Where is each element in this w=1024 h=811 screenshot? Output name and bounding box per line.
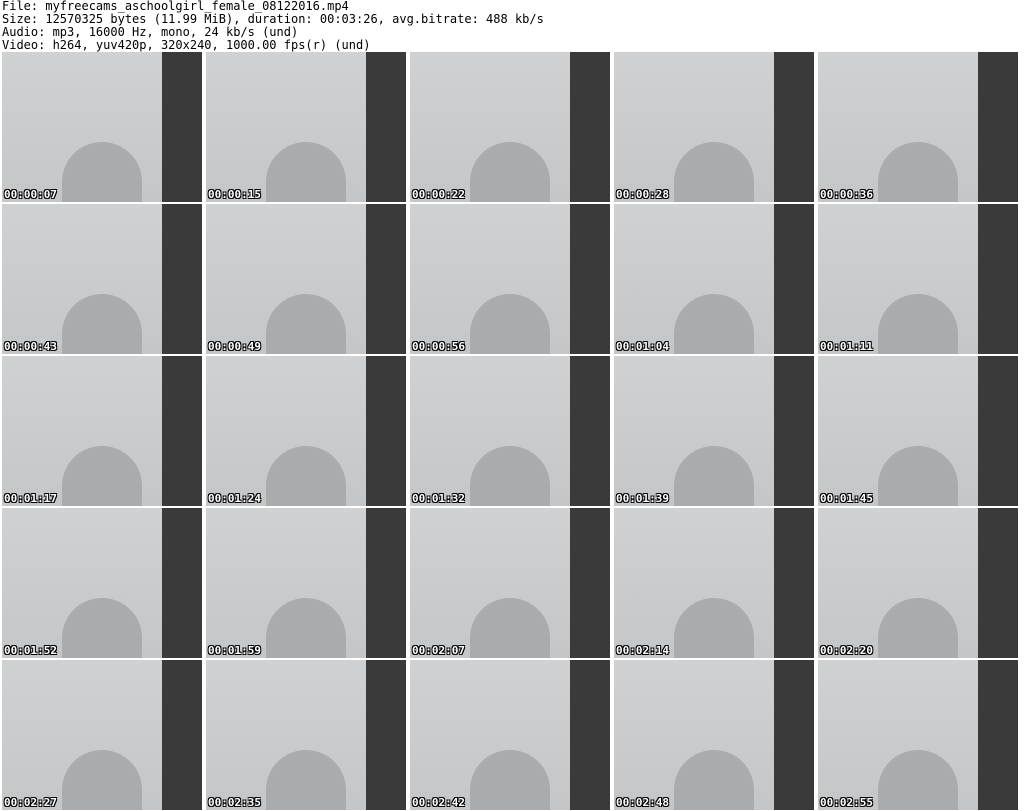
thumbnail-background-shape [366,508,406,658]
thumbnail-grid: 00:00:07 00:00:15 00:00:22 00:00:28 00:00:36… [2,52,1022,810]
thumbnail-timestamp: 00:02:14 [616,644,669,657]
thumbnail-background-shape [162,52,202,202]
video-thumbnail: 00:01:24 [206,356,406,506]
video-thumbnail: 00:01:39 [614,356,814,506]
thumbnail-background-shape [978,660,1018,810]
video-thumbnail: 00:02:07 [410,508,610,658]
thumbnail-timestamp: 00:00:49 [208,340,261,353]
video-thumbnail: 00:00:43 [2,204,202,354]
video-thumbnail: 00:02:14 [614,508,814,658]
video-thumbnail: 00:01:52 [2,508,202,658]
thumbnail-background-shape [162,508,202,658]
thumbnail-timestamp: 00:00:36 [820,188,873,201]
video-thumbnail: 00:02:42 [410,660,610,810]
thumbnail-background-shape [978,204,1018,354]
thumbnail-background-shape [774,204,814,354]
video-thumbnail: 00:02:48 [614,660,814,810]
thumbnail-timestamp: 00:02:42 [412,796,465,809]
thumbnail-timestamp: 00:02:07 [412,644,465,657]
thumbnail-background-shape [366,356,406,506]
video-thumbnail: 00:00:15 [206,52,406,202]
thumbnail-timestamp: 00:01:52 [4,644,57,657]
thumbnail-background-shape [162,660,202,810]
video-thumbnail: 00:00:22 [410,52,610,202]
video-thumbnail: 00:00:28 [614,52,814,202]
thumbnail-background-shape [774,52,814,202]
thumbnail-background-shape [774,660,814,810]
video-thumbnail: 00:02:35 [206,660,406,810]
thumbnail-background-shape [366,52,406,202]
thumbnail-background-shape [570,508,610,658]
file-name-line: File: myfreecams_aschoolgirl_female_0812… [2,0,349,13]
thumbnail-timestamp: 00:02:20 [820,644,873,657]
thumbnail-background-shape [570,356,610,506]
video-thumbnail: 00:01:59 [206,508,406,658]
thumbnail-background-shape [774,356,814,506]
video-thumbnail: 00:02:55 [818,660,1018,810]
thumbnail-timestamp: 00:01:11 [820,340,873,353]
thumbnail-timestamp: 00:01:17 [4,492,57,505]
thumbnail-background-shape [978,356,1018,506]
video-thumbnail: 00:01:17 [2,356,202,506]
thumbnail-timestamp: 00:01:32 [412,492,465,505]
thumbnail-background-shape [774,508,814,658]
video-thumbnail: 00:00:49 [206,204,406,354]
thumbnail-background-shape [366,660,406,810]
thumbnail-background-shape [570,52,610,202]
video-thumbnail: 00:00:56 [410,204,610,354]
thumbnail-background-shape [978,52,1018,202]
thumbnail-background-shape [978,508,1018,658]
thumbnail-timestamp: 00:02:55 [820,796,873,809]
thumbnail-timestamp: 00:00:28 [616,188,669,201]
video-thumbnail: 00:00:36 [818,52,1018,202]
thumbnail-background-shape [570,204,610,354]
thumbnail-timestamp: 00:02:48 [616,796,669,809]
video-thumbnail: 00:01:45 [818,356,1018,506]
thumbnail-timestamp: 00:01:04 [616,340,669,353]
thumbnail-timestamp: 00:02:35 [208,796,261,809]
video-thumbnail: 00:01:32 [410,356,610,506]
video-thumbnail: 00:01:11 [818,204,1018,354]
thumbnail-timestamp: 00:01:45 [820,492,873,505]
thumbnail-timestamp: 00:00:15 [208,188,261,201]
thumbnail-timestamp: 00:01:59 [208,644,261,657]
thumbnail-timestamp: 00:02:27 [4,796,57,809]
thumbnail-timestamp: 00:00:56 [412,340,465,353]
thumbnail-timestamp: 00:00:43 [4,340,57,353]
video-thumbnail: 00:02:20 [818,508,1018,658]
video-thumbnail: 00:01:04 [614,204,814,354]
file-size-line: Size: 12570325 bytes (11.99 MiB), durati… [2,13,544,26]
video-info-line: Video: h264, yuv420p, 320x240, 1000.00 f… [2,39,371,52]
thumbnail-background-shape [162,204,202,354]
thumbnail-background-shape [162,356,202,506]
thumbnail-timestamp: 00:00:22 [412,188,465,201]
file-info-header: File: myfreecams_aschoolgirl_female_0812… [2,0,1020,52]
thumbnail-background-shape [366,204,406,354]
thumbnail-background-shape [570,660,610,810]
thumbnail-timestamp: 00:00:07 [4,188,57,201]
thumbnail-timestamp: 00:01:39 [616,492,669,505]
video-thumbnail: 00:02:27 [2,660,202,810]
thumbnail-timestamp: 00:01:24 [208,492,261,505]
video-thumbnail: 00:00:07 [2,52,202,202]
audio-info-line: Audio: mp3, 16000 Hz, mono, 24 kb/s (und… [2,26,299,39]
